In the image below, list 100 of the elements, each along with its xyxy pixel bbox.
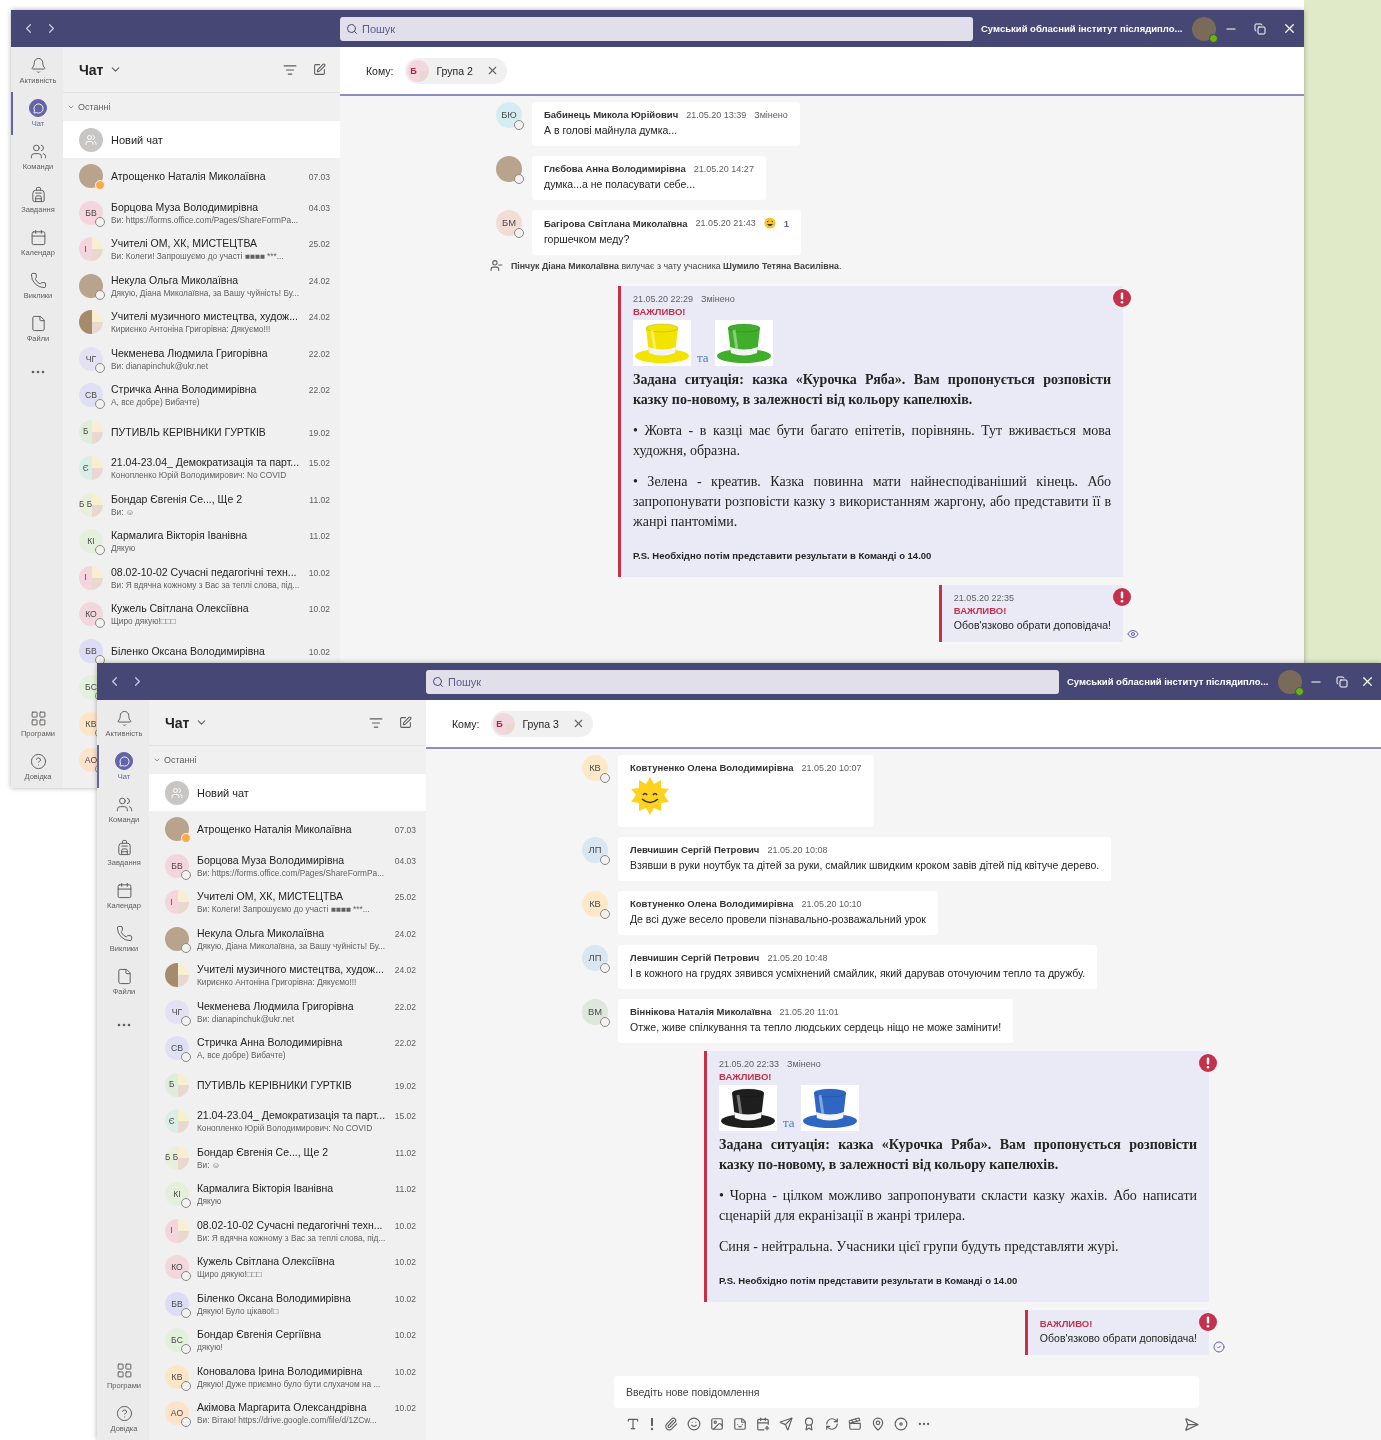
- avatar-initials: БВ: [79, 638, 103, 663]
- chat-name[interactable]: 21.04-23.04_ Демократизація та парт...: [197, 1109, 386, 1122]
- status-icon: [514, 228, 524, 238]
- important-label: ВАЖЛИВО!: [1039, 1318, 1094, 1329]
- chat-name[interactable]: Бондар Євгенія Се..., Ще 2: [111, 492, 242, 505]
- chat-name[interactable]: Кармалига Вікторія Іванівна: [111, 529, 248, 542]
- chat-name[interactable]: Чекменева Людмила Григорівна: [111, 346, 268, 359]
- profile-avatar[interactable]: [1192, 16, 1217, 41]
- photo-placeholder: [165, 817, 189, 842]
- message-text: Отже, живе спілкування та тепло людських сердець ніщо не може замінити!: [630, 1020, 1002, 1035]
- chat-name[interactable]: Акімова Маргарита Олександрівна: [197, 1401, 367, 1414]
- chat-name[interactable]: Кужель Світлана Олексіївна: [197, 1255, 335, 1268]
- chat-name[interactable]: Некула Ольга Миколаївна: [111, 273, 239, 286]
- restore-icon[interactable]: [1335, 675, 1348, 688]
- new-chat-item[interactable]: Новий чат: [149, 774, 426, 811]
- compose-icon[interactable]: [313, 63, 326, 76]
- emoji-icon[interactable]: [687, 1416, 701, 1432]
- compose-icon[interactable]: [399, 716, 412, 729]
- message-time: 21.05.20 10:10: [801, 898, 862, 909]
- chat-date: 10.02: [394, 1257, 416, 1268]
- search-field[interactable]: Пошук: [340, 16, 973, 41]
- message-time: 21.05.20 22:33: [719, 1059, 780, 1069]
- send-arrow-icon[interactable]: [779, 1416, 793, 1432]
- chat-title[interactable]: Чат: [79, 61, 104, 78]
- sticker-icon[interactable]: [733, 1416, 747, 1432]
- filter-icon[interactable]: [283, 62, 297, 77]
- chat-preview: Ви: Я вдячна кожному з Вас за теплі слова, під...: [111, 579, 301, 590]
- new-chat-item[interactable]: Новий чат: [63, 121, 340, 158]
- sender-name: Глєбова Анна Володимирівна: [544, 163, 686, 174]
- chat-date: 10.02: [394, 1403, 416, 1414]
- chat-name[interactable]: Стричка Анна Володимирівна: [111, 383, 257, 396]
- chat-date: 10.02: [394, 1330, 416, 1341]
- format-icon[interactable]: [626, 1416, 640, 1432]
- search-field[interactable]: Пошук: [426, 669, 1059, 694]
- chat-name[interactable]: ПУТИВЛЬ КЕРІВНИКИ ГУРТКІВ: [197, 1078, 352, 1091]
- chat-name[interactable]: Бондар Євгенія Се..., Ще 2: [197, 1145, 328, 1158]
- calendar-icon[interactable]: [756, 1416, 770, 1432]
- chat-name[interactable]: Некула Ольга Миколаївна: [197, 926, 325, 939]
- chat-date: 19.02: [394, 1080, 416, 1091]
- section-label[interactable]: Останні: [164, 755, 197, 765]
- chat-name[interactable]: Учителі ОМ, ХК, МИСТЕЦТВА: [111, 237, 258, 250]
- video-icon[interactable]: [848, 1416, 862, 1432]
- chat-name[interactable]: Атрощенко Наталія Миколаївна: [197, 823, 352, 836]
- chat-name[interactable]: Учителі музичного мистецтва, худож...: [197, 963, 384, 976]
- profile-avatar[interactable]: [1278, 669, 1303, 694]
- paperclip-icon[interactable]: [664, 1416, 678, 1432]
- to-label: Кому:: [366, 64, 394, 77]
- chat-name[interactable]: Біленко Оксана Володимирівна: [197, 1291, 351, 1304]
- chat-name[interactable]: 21.04-23.04_ Демократизація та парт...: [111, 456, 300, 469]
- group-icon: [79, 127, 103, 152]
- recipient-chip[interactable]: Б Група 3: [491, 710, 593, 737]
- chat-title[interactable]: Чат: [165, 714, 190, 731]
- message-paragraph: Обов'язково обрати доповідача!: [953, 618, 1111, 632]
- phone-icon: [29, 271, 47, 289]
- help-icon: [29, 752, 47, 770]
- recipient-chip[interactable]: Б Група 2: [405, 57, 507, 84]
- chat-name[interactable]: Борцова Муза Володимирівна: [111, 200, 259, 213]
- photo-placeholder: [79, 273, 103, 298]
- award-icon[interactable]: [802, 1416, 816, 1432]
- important-label: ВАЖЛИВО!: [953, 605, 1008, 616]
- laughing-emoji-icon[interactable]: [763, 217, 776, 229]
- edited-label: Змінено: [787, 1059, 821, 1069]
- photo-placeholder: [165, 926, 189, 951]
- status-icon: [600, 773, 610, 783]
- message-input[interactable]: Введіть нове повідомлення: [614, 1376, 1199, 1408]
- refresh-icon[interactable]: [825, 1416, 839, 1432]
- chat-name[interactable]: Кармалига Вікторія Іванівна: [197, 1182, 334, 1195]
- restore-icon[interactable]: [1254, 22, 1267, 35]
- map-pin-icon[interactable]: [871, 1416, 885, 1432]
- organization-name[interactable]: Сумський обласний інститут післядипло...: [981, 23, 1183, 34]
- chat-name[interactable]: Атрощенко Наталія Миколаївна: [111, 170, 266, 183]
- send-icon[interactable]: [1184, 1416, 1199, 1432]
- exclamation-icon[interactable]: [649, 1416, 655, 1432]
- more-icon: [31, 369, 45, 374]
- chat-name[interactable]: Коновалова Ірина Володимирівна: [197, 1364, 363, 1377]
- chat-name[interactable]: Борцова Муза Володимирівна: [197, 853, 345, 866]
- chat-preview: Дякую! Дуже приємно було бути слухачом на ...: [197, 1378, 382, 1389]
- chat-name[interactable]: ПУТИВЛЬ КЕРІВНИКИ ГУРТКІВ: [111, 425, 266, 438]
- caret-icon[interactable]: [153, 756, 161, 764]
- chat-date: 07.03: [394, 825, 416, 836]
- disc-icon[interactable]: [894, 1416, 908, 1432]
- chat-name[interactable]: Чекменева Людмила Григорівна: [197, 999, 354, 1012]
- chat-name[interactable]: Стричка Анна Володимирівна: [197, 1036, 343, 1049]
- chat-name[interactable]: Учителі ОМ, ХК, МИСТЕЦТВА: [197, 890, 344, 903]
- organization-name[interactable]: Сумський обласний інститут післядипло...: [1067, 676, 1269, 687]
- chat-name[interactable]: Бондар Євгенія Сергіївна: [197, 1328, 322, 1341]
- chat-icon: [115, 752, 133, 770]
- chat-preview: Ви: Вітаю! https://drive.google.com/file/d/1ZCw...: [197, 1415, 378, 1426]
- chat-name[interactable]: 08.02-10-02 Сучасні педагогічні техн...: [197, 1218, 383, 1231]
- chat-name[interactable]: Учителі музичного мистецтва, худож...: [111, 310, 298, 323]
- bell-icon: [29, 56, 47, 74]
- caret-icon[interactable]: [67, 103, 75, 111]
- filter-icon[interactable]: [369, 715, 383, 730]
- section-label[interactable]: Останні: [78, 102, 111, 112]
- photo-placeholder: [79, 164, 103, 189]
- avatar-initials: КО: [79, 602, 103, 627]
- chat-name[interactable]: 08.02-10-02 Сучасні педагогічні техн...: [111, 565, 297, 578]
- sender-name: Віннікова Наталія Миколаївна: [630, 1006, 772, 1017]
- chat-name[interactable]: Кужель Світлана Олексіївна: [111, 602, 249, 615]
- chat-name[interactable]: Біленко Оксана Володимирівна: [111, 644, 265, 657]
